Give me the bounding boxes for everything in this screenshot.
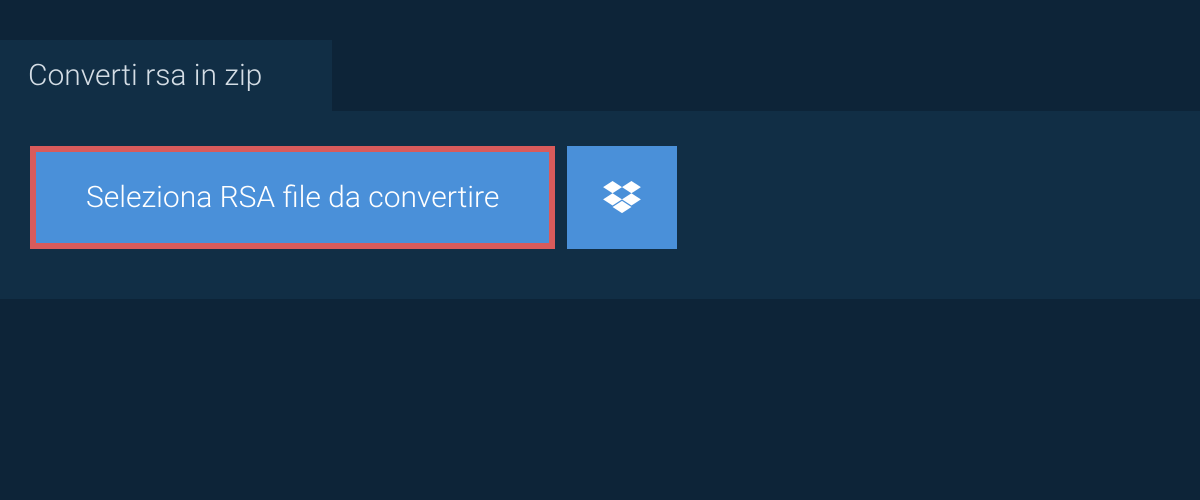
button-row: Seleziona RSA file da convertire — [30, 146, 1170, 249]
dropbox-button[interactable] — [567, 146, 677, 249]
select-file-button[interactable]: Seleziona RSA file da convertire — [30, 146, 555, 249]
page-container: Converti rsa in zip Seleziona RSA file d… — [0, 0, 1200, 299]
main-panel: Seleziona RSA file da convertire — [0, 111, 1200, 299]
tab-header: Converti rsa in zip — [0, 40, 332, 111]
dropbox-icon — [603, 181, 641, 215]
select-file-label: Seleziona RSA file da convertire — [86, 180, 499, 215]
tab-title: Converti rsa in zip — [28, 58, 262, 93]
